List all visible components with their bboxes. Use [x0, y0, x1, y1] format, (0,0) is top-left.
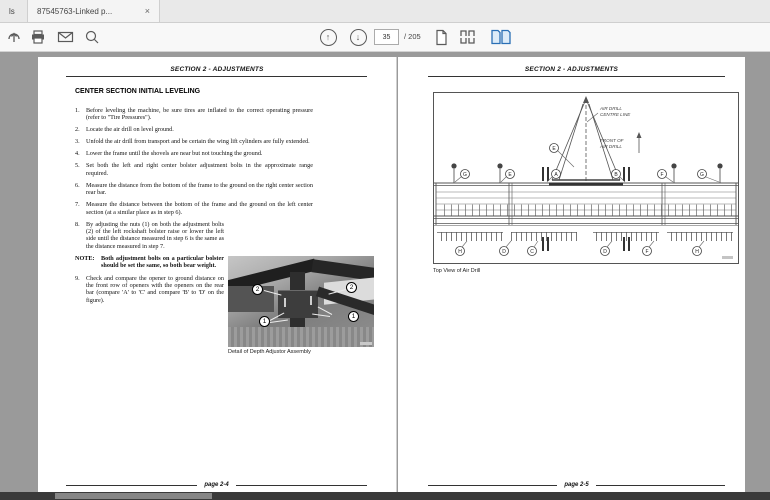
document-area[interactable]: SECTION 2 - ADJUSTMENTS CENTER SECTION I…: [0, 52, 770, 492]
email-button[interactable]: [54, 26, 76, 48]
diagram-callout-letter: G: [700, 172, 704, 178]
photo-depth-adjustor: 2 2 1 1: [228, 256, 374, 347]
air-drill-diagram-svg: AIR DRILL CENTRE LINE FRONT OF AIR DRILL…: [434, 93, 738, 263]
previous-page-button[interactable]: ↑: [317, 26, 339, 48]
photo-id-smudge: [360, 342, 372, 345]
horizontal-scrollbar[interactable]: [0, 492, 770, 500]
print-button[interactable]: [27, 26, 49, 48]
diagram-callout-letter: F: [660, 172, 663, 178]
page-footer-right: page 2-5: [428, 482, 725, 488]
close-icon[interactable]: ×: [145, 6, 150, 16]
scrolling-view-button[interactable]: [457, 26, 483, 48]
next-page-button[interactable]: ↓: [347, 26, 369, 48]
page-left: SECTION 2 - ADJUSTMENTS CENTER SECTION I…: [38, 57, 397, 492]
share-button[interactable]: [3, 26, 25, 48]
diagram-label: AIR DRILL: [599, 106, 622, 111]
diagram-label: FRONT OF: [600, 138, 625, 143]
page-number-input[interactable]: [374, 29, 399, 45]
page-number-right: page 2-5: [564, 482, 588, 488]
section-header-left: SECTION 2 - ADJUSTMENTS: [38, 66, 396, 73]
diagram-callout-letter: H: [458, 249, 462, 255]
diagram-top-view: AIR DRILL CENTRE LINE FRONT OF AIR DRILL…: [433, 92, 739, 264]
two-page-view-button[interactable]: [488, 26, 514, 48]
section-header-right: SECTION 2 - ADJUSTMENTS: [398, 66, 745, 73]
page-footer-left: page 2-4: [66, 482, 367, 488]
toolbar: ↑ ↓ / 205: [0, 23, 770, 52]
page-number-left: page 2-4: [204, 482, 228, 488]
page-right: SECTION 2 - ADJUSTMENTS: [398, 57, 745, 492]
scrollbar-thumb[interactable]: [55, 493, 212, 499]
photo-callout-1-right: 1: [348, 311, 359, 322]
list-item: 3.Unfold the air drill from transport an…: [75, 138, 313, 145]
list-item: 7.Measure the distance between the botto…: [75, 201, 313, 216]
tab-tools-label: ls: [9, 7, 15, 16]
print-icon: [30, 29, 46, 45]
header-rule-right: [428, 76, 725, 77]
list-item: 2.Locate the air drill on level ground.: [75, 126, 313, 133]
diagram-callout-letter: H: [695, 249, 699, 255]
diagram-label: CENTRE LINE: [600, 112, 631, 117]
share-icon: [6, 29, 22, 45]
photo-callout-1-left: 1: [259, 316, 270, 327]
tab-document-label: 87545763-Linked p...: [37, 7, 112, 16]
envelope-icon: [57, 29, 74, 45]
tab-document[interactable]: 87545763-Linked p... ×: [28, 0, 160, 22]
continuous-scroll-icon: [459, 29, 481, 45]
diagram-callout-letter: C: [530, 249, 534, 255]
diagram-callout-letter: D: [603, 249, 607, 255]
diagram-caption: Top View of Air Drill: [433, 268, 480, 274]
zoom-button[interactable]: [81, 26, 103, 48]
photo-caption: Detail of Depth Adjustor Assembly: [228, 349, 374, 355]
list-item: 9.Check and compare the opener to ground…: [75, 275, 224, 305]
page-count-label: / 205: [404, 32, 421, 41]
diagram-callout-letter: G: [463, 172, 467, 178]
diagram-label: AIR DRILL: [599, 144, 622, 149]
arrow-down-icon: ↓: [356, 33, 361, 42]
magnifier-icon: [84, 29, 100, 45]
topic-heading: CENTER SECTION INITIAL LEVELING: [75, 88, 200, 95]
note-label: NOTE:: [75, 255, 101, 270]
list-item: 8.By adjusting the nuts (1) on both the …: [75, 221, 224, 251]
header-rule-left: [66, 76, 367, 77]
single-page-icon: [434, 29, 449, 46]
list-item: 5.Set both the left and right center bol…: [75, 162, 313, 177]
single-page-view-button[interactable]: [430, 26, 452, 48]
diagram-callout-letter: D: [502, 249, 506, 255]
list-item: 4.Lower the frame until the shovels are …: [75, 150, 313, 157]
note-text: Both adjustment bolts on a particular bo…: [101, 255, 224, 270]
note-block: NOTE:Both adjustment bolts on a particul…: [75, 255, 224, 270]
photo-callout-2-left: 2: [252, 284, 263, 295]
photo-callout-2-right: 2: [346, 282, 357, 293]
pdf-viewer-window: ls 87545763-Linked p... ×: [0, 0, 770, 500]
tab-tools[interactable]: ls: [0, 0, 28, 22]
diagram-callout-letter: F: [645, 249, 648, 255]
figure-depth-adjustor: 2 2 1 1 Detail of Depth Adjustor Assembl…: [228, 256, 374, 355]
arrow-up-icon: ↑: [326, 33, 331, 42]
list-item: 1.Before leveling the machine, be sure t…: [75, 107, 313, 122]
two-page-icon: [490, 29, 512, 45]
list-item: 6.Measure the distance from the bottom o…: [75, 182, 313, 197]
tab-bar: ls 87545763-Linked p... ×: [0, 0, 770, 23]
drawing-id-smudge: [722, 256, 733, 259]
